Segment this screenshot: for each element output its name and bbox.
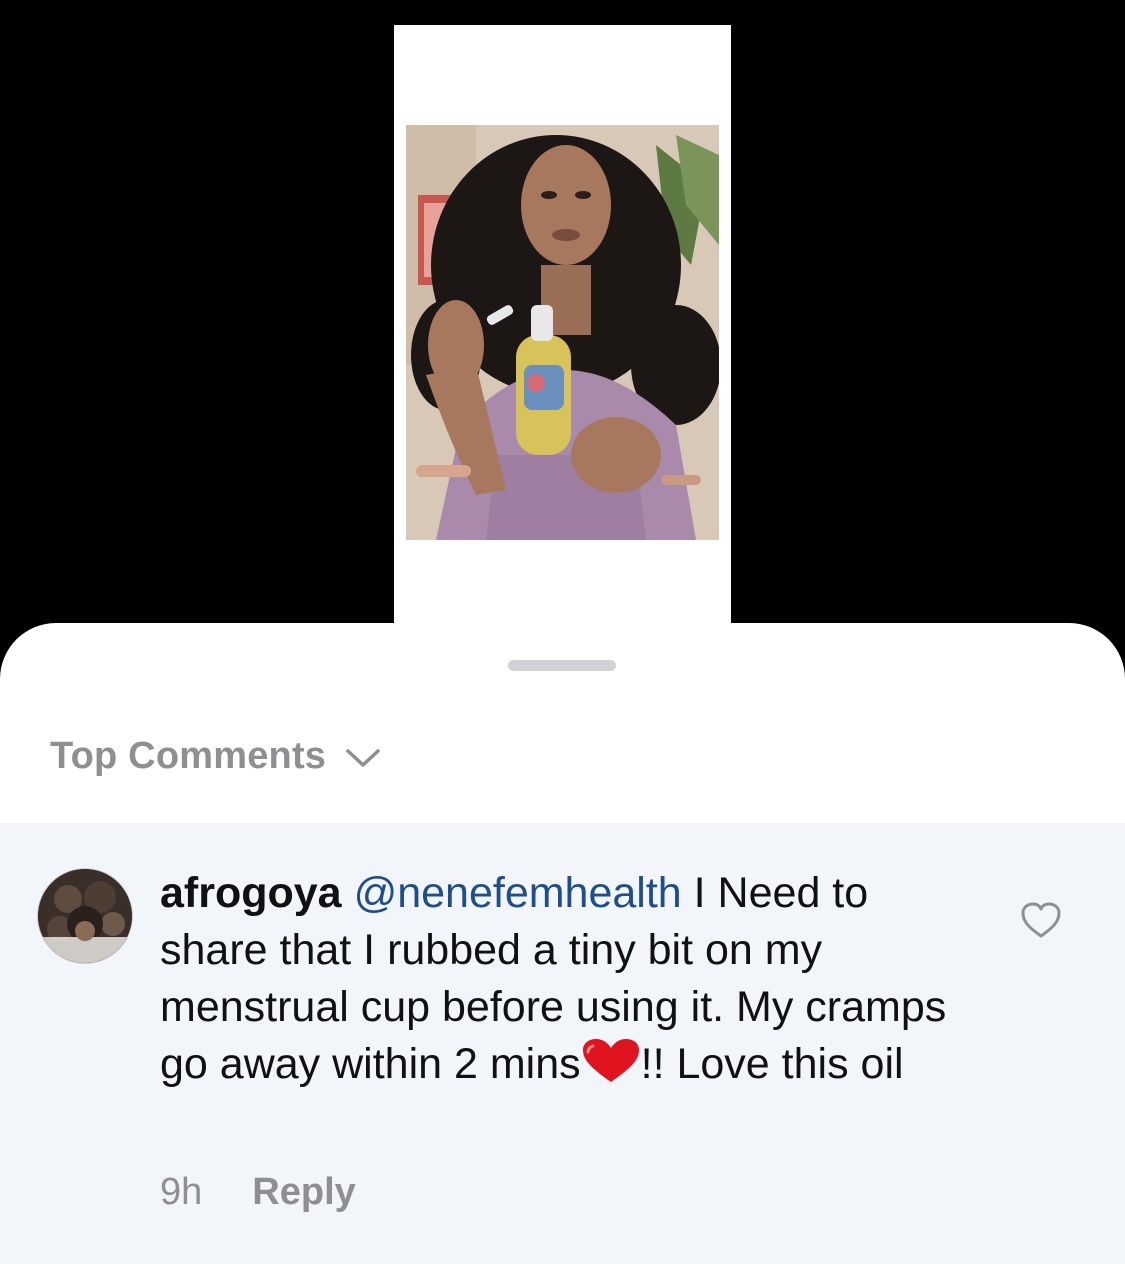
comment-body: afrogoya @nenefemhealth I Need to share …	[160, 865, 960, 1093]
reply-button[interactable]: Reply	[252, 1171, 355, 1214]
chevron-down-icon	[346, 748, 380, 767]
comments-sheet: Top Comments afrogoya @nenefemhealth I N…	[0, 623, 1125, 1264]
sort-selector[interactable]: Top Comments	[50, 735, 382, 778]
avatar[interactable]	[37, 868, 133, 964]
comment-timestamp: 9h	[160, 1171, 203, 1213]
video-area	[0, 0, 1125, 660]
comment-text-part2: !! Love this oil	[640, 1040, 904, 1088]
video-thumbnail	[406, 125, 719, 540]
heart-outline-icon[interactable]	[1020, 901, 1062, 939]
sheet-grabber[interactable]	[508, 660, 616, 671]
comment-meta: 9h Reply	[160, 1171, 356, 1214]
comment-item: afrogoya @nenefemhealth I Need to share …	[0, 823, 1125, 1264]
sort-label: Top Comments	[50, 735, 327, 777]
comment-username[interactable]: afrogoya	[160, 869, 342, 917]
red-heart-emoji-icon	[582, 1039, 639, 1082]
comment-mention[interactable]: @nenefemhealth	[354, 869, 682, 917]
video-preview[interactable]	[394, 25, 731, 635]
